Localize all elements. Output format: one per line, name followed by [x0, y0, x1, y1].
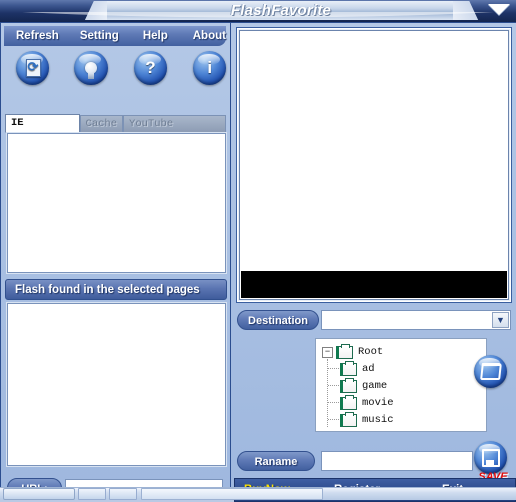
tree-node-movie[interactable]: movie — [340, 394, 394, 411]
tab-cache[interactable]: Cache — [79, 115, 124, 132]
tree-label-music: music — [362, 414, 394, 426]
browse-folder-button[interactable] — [474, 355, 507, 388]
floppy-disk-icon — [474, 441, 507, 474]
preview-area[interactable] — [239, 30, 509, 300]
tree-node-root[interactable]: − Root — [322, 343, 384, 360]
application-window: FlashFavorite Refresh Setting Help About — [0, 0, 516, 502]
flash-found-header: Flash found in the selected pages — [5, 279, 227, 300]
info-icon: i — [207, 58, 213, 77]
tree-connector — [327, 359, 328, 427]
taskbar-item[interactable] — [109, 488, 137, 500]
folder-icon — [336, 343, 353, 359]
window-body: Refresh Setting Help About ? i — [0, 22, 516, 502]
menu-item-help[interactable]: Help — [139, 30, 172, 42]
folder-open-icon — [474, 355, 507, 388]
tree-label-root: Root — [358, 346, 384, 358]
tree-label-game: game — [362, 380, 388, 392]
lightbulb-icon — [74, 51, 108, 85]
taskbar — [0, 487, 516, 500]
chevron-down-icon[interactable]: ▼ — [492, 312, 509, 328]
menu-item-about[interactable]: About — [189, 30, 230, 42]
tree-label-ad: ad — [362, 363, 375, 375]
tab-ie-instance[interactable]: IE Instance — [5, 114, 80, 146]
tree-connector — [328, 419, 339, 420]
destination-combobox[interactable]: ▼ — [321, 310, 511, 330]
destination-row: Destination ▼ — [237, 310, 513, 332]
tree-node-ad[interactable]: ad — [340, 360, 375, 377]
title-bar[interactable]: FlashFavorite — [0, 0, 516, 22]
tab-bar: IE Instance Cache YouTube Download — [5, 114, 226, 146]
folder-tree[interactable]: − Root ad game movie music — [315, 338, 487, 432]
flash-found-list[interactable] — [7, 303, 226, 466]
tree-node-music[interactable]: music — [340, 411, 394, 428]
folder-icon — [340, 360, 357, 376]
preview-black-bar — [241, 271, 507, 298]
tree-node-game[interactable]: game — [340, 377, 388, 394]
question-mark-icon: ? — [145, 58, 156, 77]
minimize-triangle-icon[interactable] — [488, 4, 510, 15]
rename-row: Raname — [237, 451, 513, 473]
toolbar: ? i — [4, 48, 226, 88]
folder-icon — [340, 394, 357, 410]
window-title: FlashFavorite — [230, 2, 332, 19]
taskbar-item[interactable] — [78, 488, 106, 500]
left-panel: Refresh Setting Help About ? i — [0, 22, 233, 498]
rename-label: Raname — [237, 451, 315, 471]
tab-youtube-download[interactable]: YouTube Download — [123, 115, 226, 146]
setting-button[interactable] — [74, 51, 108, 85]
tree-connector — [328, 385, 339, 386]
rename-input[interactable] — [321, 451, 473, 471]
tree-connector — [328, 402, 339, 403]
refresh-button[interactable] — [16, 51, 50, 85]
ie-instance-list[interactable] — [7, 133, 226, 273]
taskbar-start-button[interactable] — [3, 488, 75, 500]
menu-bar: Refresh Setting Help About — [4, 26, 226, 46]
title-plate: FlashFavorite — [73, 1, 493, 20]
help-button[interactable]: ? — [133, 51, 167, 85]
tree-connector — [328, 368, 339, 369]
tree-expander-minus-icon[interactable]: − — [322, 346, 333, 358]
folder-icon — [340, 411, 357, 427]
menu-item-setting[interactable]: Setting — [76, 30, 123, 42]
save-button[interactable] — [474, 441, 507, 474]
about-button[interactable]: i — [192, 51, 226, 85]
folder-icon — [340, 377, 357, 393]
preview-frame — [236, 27, 512, 303]
refresh-document-icon — [16, 51, 50, 85]
menu-item-refresh[interactable]: Refresh — [12, 30, 63, 42]
right-panel: Destination ▼ − Root ad game movie music… — [230, 22, 516, 502]
tree-label-movie: movie — [362, 397, 394, 409]
destination-label: Destination — [237, 310, 319, 330]
taskbar-item[interactable] — [141, 488, 323, 500]
